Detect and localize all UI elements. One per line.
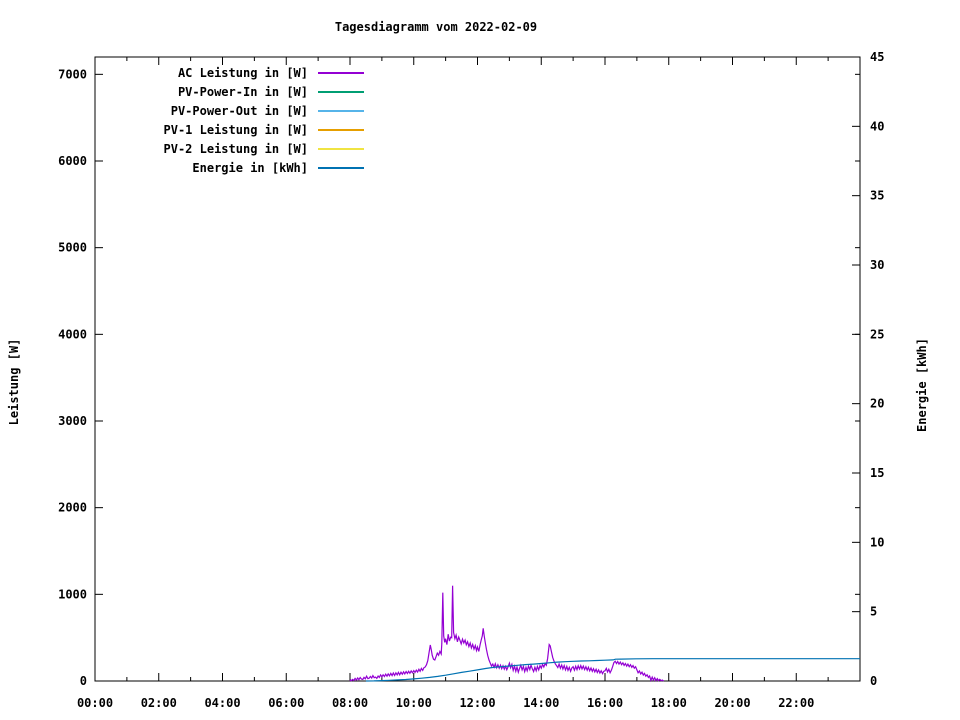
- legend-label: AC Leistung in [W]: [177, 65, 308, 80]
- svg-text:02:00: 02:00: [141, 696, 177, 710]
- legend-row-pv2-leistung: PV-2 Leistung in [W]: [60, 139, 364, 158]
- svg-text:16:00: 16:00: [587, 696, 623, 710]
- legend-row-pv1-leistung: PV-1 Leistung in [W]: [60, 120, 364, 139]
- legend-label: PV-Power-In in [W]: [177, 84, 308, 99]
- svg-text:1000: 1000: [58, 587, 87, 601]
- legend-line-swatch: [318, 109, 364, 112]
- svg-text:18:00: 18:00: [651, 696, 687, 710]
- svg-text:5: 5: [870, 605, 877, 619]
- svg-text:0: 0: [870, 674, 877, 688]
- svg-text:0: 0: [80, 674, 87, 688]
- svg-text:20: 20: [870, 397, 884, 411]
- legend-label: PV-2 Leistung in [W]: [163, 141, 309, 156]
- legend: AC Leistung in [W] PV-Power-In in [W] PV…: [60, 63, 364, 177]
- legend-line-swatch: [318, 166, 364, 169]
- svg-text:06:00: 06:00: [268, 696, 304, 710]
- svg-text:2000: 2000: [58, 501, 87, 515]
- legend-label: PV-1 Leistung in [W]: [163, 122, 309, 137]
- legend-row-pv-power-in: PV-Power-In in [W]: [60, 82, 364, 101]
- svg-text:15: 15: [870, 466, 884, 480]
- svg-text:45: 45: [870, 50, 884, 64]
- svg-text:14:00: 14:00: [523, 696, 559, 710]
- svg-text:35: 35: [870, 189, 884, 203]
- legend-row-energie: Energie in [kWh]: [60, 158, 364, 177]
- legend-line-swatch: [318, 90, 364, 93]
- series-line-energie-in-kwh: [365, 658, 860, 682]
- legend-line-swatch: [318, 71, 364, 74]
- y-axis-label-left: Leistung [W]: [7, 338, 21, 426]
- y-axis-label-right: Energie [kWh]: [915, 338, 929, 432]
- legend-label: PV-Power-Out in [W]: [170, 103, 308, 118]
- legend-row-ac-leistung: AC Leistung in [W]: [60, 63, 364, 82]
- svg-text:10:00: 10:00: [396, 696, 432, 710]
- chart-title: Tagesdiagramm vom 2022-02-09: [334, 20, 538, 34]
- svg-text:10: 10: [870, 535, 884, 549]
- svg-text:04:00: 04:00: [204, 696, 240, 710]
- daily-pv-chart: 00:00 02:00 04:00 06:00 08:00 10:00 12:00 14:00…: [0, 0, 960, 720]
- svg-text:40: 40: [870, 119, 884, 133]
- svg-text:5000: 5000: [58, 241, 87, 255]
- legend-label: Energie in [kWh]: [192, 160, 308, 175]
- svg-text:30: 30: [870, 258, 884, 272]
- svg-text:3000: 3000: [58, 414, 87, 428]
- svg-text:25: 25: [870, 327, 884, 341]
- svg-text:08:00: 08:00: [332, 696, 368, 710]
- svg-text:4000: 4000: [58, 327, 87, 341]
- svg-text:20:00: 20:00: [714, 696, 750, 710]
- svg-text:00:00: 00:00: [77, 696, 113, 710]
- svg-text:12:00: 12:00: [459, 696, 495, 710]
- legend-line-swatch: [318, 128, 364, 131]
- legend-row-pv-power-out: PV-Power-Out in [W]: [60, 101, 364, 120]
- svg-text:22:00: 22:00: [778, 696, 814, 710]
- legend-line-swatch: [318, 147, 364, 150]
